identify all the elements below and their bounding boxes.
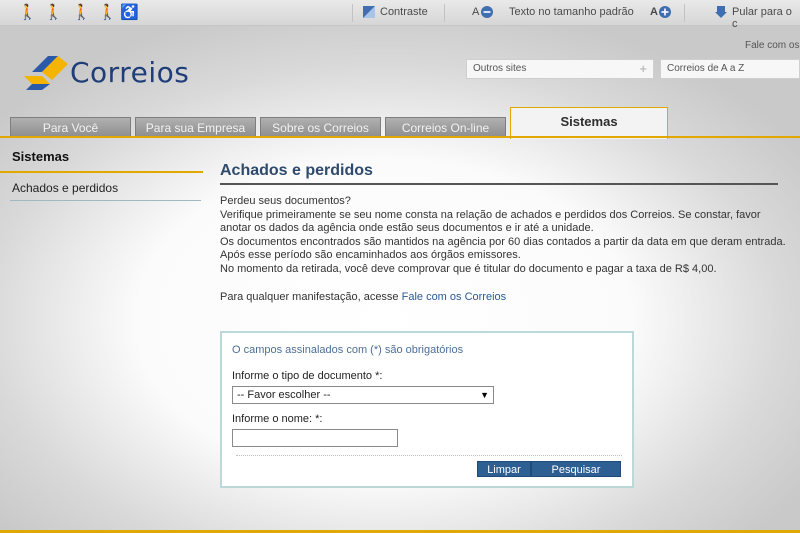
correios-logo[interactable]: Correios bbox=[22, 50, 202, 94]
tab-correios-on-line[interactable]: Correios On-line bbox=[385, 117, 506, 137]
tab-sistemas[interactable]: Sistemas bbox=[510, 107, 668, 139]
name-label: Informe o nome: *: bbox=[232, 413, 323, 425]
default-text-size-link[interactable]: Texto no tamanho padrão bbox=[509, 6, 634, 18]
decrease-text-link[interactable]: A bbox=[472, 6, 479, 18]
increase-text-link[interactable]: A bbox=[650, 6, 658, 18]
title-divider bbox=[220, 183, 778, 185]
accessibility-person-icon: 🚶 bbox=[98, 4, 117, 21]
paragraph-line: Os documentos encontrados são mantidos n… bbox=[220, 235, 786, 248]
sidebar-item-divider bbox=[10, 200, 201, 201]
tabs-underline bbox=[0, 136, 800, 138]
tab-para-sua-empresa[interactable]: Para sua Empresa bbox=[135, 117, 256, 137]
paragraph-line: Após esse período são encaminhados aos ó… bbox=[220, 249, 521, 262]
dropdown-arrow-icon: ▼ bbox=[480, 390, 489, 400]
contact-link-header[interactable]: Fale com os bbox=[745, 40, 799, 51]
accessibility-person-icon: 🚶 bbox=[44, 4, 63, 21]
required-fields-note: O campos assinalados com (*) são obrigat… bbox=[232, 344, 464, 356]
contrast-icon[interactable] bbox=[362, 5, 376, 19]
correios-az-select[interactable]: Correios de A a Z bbox=[660, 59, 800, 79]
sidebar-item-achados-e-perdidos[interactable]: Achados e perdidos bbox=[12, 181, 118, 195]
search-button[interactable]: Pesquisar bbox=[531, 461, 621, 477]
paragraph-line: anotar os dados da agência onde estão se… bbox=[220, 222, 594, 235]
form-divider bbox=[236, 455, 622, 456]
contrast-link[interactable]: Contraste bbox=[380, 6, 428, 18]
skip-arrow-icon[interactable] bbox=[714, 5, 728, 19]
intro-paragraph: Perdeu seus documentos? Verifique primei… bbox=[220, 195, 790, 277]
logo-text: Correios bbox=[70, 56, 190, 89]
search-form: O campos assinalados com (*) são obrigat… bbox=[220, 331, 634, 488]
sidebar-divider bbox=[0, 171, 203, 173]
paragraph-line: Verifique primeiramente se seu nome cons… bbox=[220, 208, 761, 221]
other-sites-select[interactable]: Outros sites + bbox=[466, 59, 654, 79]
page-title: Achados e perdidos bbox=[220, 162, 373, 179]
plus-icon: + bbox=[639, 61, 647, 76]
plus-circle-icon[interactable] bbox=[658, 5, 672, 19]
sidebar-title: Sistemas bbox=[12, 149, 70, 164]
tab-para-voce[interactable]: Para Você bbox=[10, 117, 131, 137]
wheelchair-icon: ♿ bbox=[120, 4, 139, 21]
paragraph-line: Perdeu seus documentos? bbox=[220, 195, 351, 207]
accessibility-bar: 🚶 🚶 🚶 🚶 ♿ Contraste A Texto no tamanho p… bbox=[0, 0, 800, 30]
correios-logo-icon bbox=[24, 56, 68, 90]
accessibility-person-icon: 🚶 bbox=[72, 4, 91, 21]
clear-button[interactable]: Limpar bbox=[477, 461, 531, 477]
accessibility-person-icon: 🚶 bbox=[18, 4, 37, 21]
minus-circle-icon[interactable] bbox=[480, 5, 494, 19]
tab-sobre-os-correios[interactable]: Sobre os Correios bbox=[260, 117, 381, 137]
skip-to-content-link[interactable]: Pular para o c bbox=[732, 6, 800, 30]
contact-sentence: Para qualquer manifestação, acesse Fale … bbox=[220, 291, 507, 303]
doc-type-label: Informe o tipo de documento *: bbox=[232, 370, 383, 382]
paragraph-line: No momento da retirada, você deve compro… bbox=[220, 262, 717, 275]
doc-type-select[interactable]: -- Favor escolher -- ▼ bbox=[232, 386, 494, 404]
fale-com-os-correios-link[interactable]: Fale com os Correios bbox=[402, 291, 507, 303]
name-input[interactable] bbox=[232, 429, 398, 447]
